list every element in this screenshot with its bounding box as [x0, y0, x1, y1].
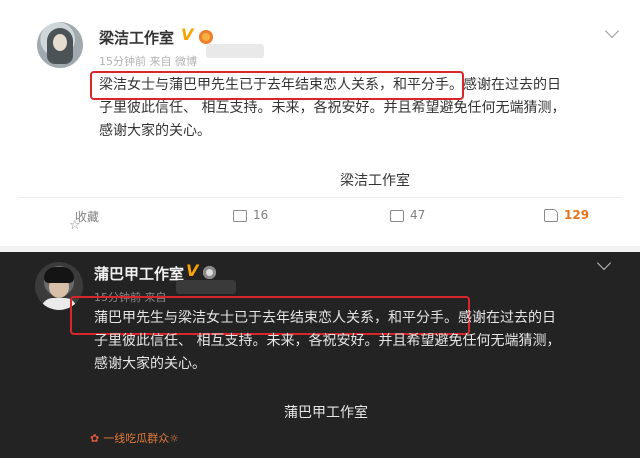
comment-icon: [390, 209, 404, 222]
avatar-hair: [44, 267, 74, 283]
watermark: ✿ 一线吃瓜群众☼: [90, 430, 179, 446]
divider: [18, 197, 622, 198]
content-highlight: 梁洁女士与蒲巴甲先生已于去年结束恋人关系，和平分手。: [99, 77, 463, 93]
repost-count: 16: [253, 208, 269, 222]
verified-icon: V: [186, 261, 199, 280]
medal-icon: [199, 30, 213, 44]
favorite-button[interactable]: ☆收藏: [69, 208, 100, 233]
repost-icon: [233, 209, 247, 222]
repost-button[interactable]: 16: [233, 208, 268, 222]
author-name[interactable]: 梁洁工作室: [99, 27, 174, 48]
post-meta: 15分钟前 来自 微博: [99, 55, 197, 68]
avatar-face: [53, 34, 67, 51]
blurred-region: [176, 280, 236, 294]
like-count: 129: [564, 208, 590, 222]
blurred-region: [206, 44, 264, 58]
avatar[interactable]: [37, 22, 83, 68]
content-highlight: 蒲巴甲先生与梁洁女士已于去年结束恋人关系，和平分手。: [94, 310, 458, 326]
like-button[interactable]: 129: [544, 208, 589, 222]
favorite-label: 收藏: [75, 210, 100, 224]
post-content: 梁洁女士与蒲巴甲先生已于去年结束恋人关系，和平分手。感谢在过去的日子里彼此信任、…: [99, 74, 569, 143]
weibo-post-pubajia: 蒲巴甲工作室 V 15分钟前 来自 蒲巴甲先生与梁洁女士已于去年结束恋人关系，和…: [0, 252, 640, 458]
comment-button[interactable]: 47: [390, 208, 425, 222]
post-signature: 梁洁工作室: [340, 173, 410, 189]
chevron-down-icon[interactable]: [604, 23, 620, 39]
chevron-down-icon[interactable]: [596, 255, 612, 271]
weibo-post-liangjie: 梁洁工作室 V 15分钟前 来自 微博 梁洁女士与蒲巴甲先生已于去年结束恋人关系…: [0, 0, 640, 246]
like-icon: [544, 209, 558, 222]
author-name[interactable]: 蒲巴甲工作室: [94, 263, 184, 284]
sparkle-icon: ☼: [169, 432, 180, 445]
post-signature: 蒲巴甲工作室: [284, 405, 368, 421]
watermark-text: 一线吃瓜群众: [103, 432, 170, 445]
post-content: 蒲巴甲先生与梁洁女士已于去年结束恋人关系，和平分手。感谢在过去的日子里彼此信任、…: [94, 307, 564, 376]
flower-icon: ✿: [90, 432, 100, 445]
medal-icon: [203, 266, 216, 279]
comment-count: 47: [410, 208, 426, 222]
verified-icon: V: [181, 25, 194, 44]
screenshot-frame: 梁洁工作室 V 15分钟前 来自 微博 梁洁女士与蒲巴甲先生已于去年结束恋人关系…: [0, 0, 640, 458]
